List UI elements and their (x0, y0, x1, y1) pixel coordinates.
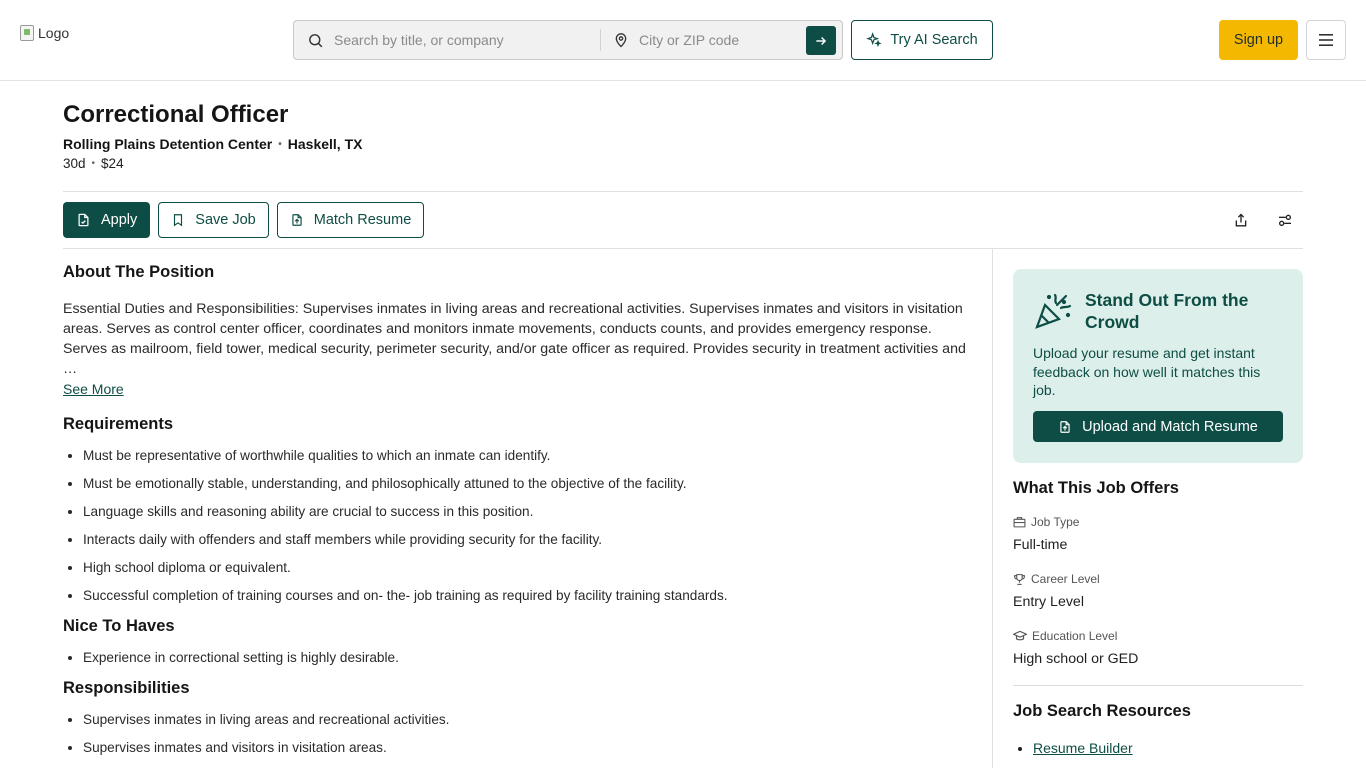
column-separator (992, 249, 993, 768)
location-search-input[interactable] (639, 32, 789, 48)
save-job-label: Save Job (195, 212, 256, 228)
try-ai-search-label: Try AI Search (890, 32, 978, 48)
job-offers-section: What This Job Offers Job Type Full-time … (1013, 479, 1303, 667)
share-icon (1235, 213, 1247, 226)
nice-to-haves-heading: Nice To Haves (63, 617, 175, 635)
arrow-right-icon (816, 36, 827, 45)
posted-age: 30d (63, 156, 86, 171)
responsibilities-list: Supervises inmates in living areas and r… (63, 712, 973, 756)
job-actions: Apply Save Job Match Resume (63, 202, 425, 238)
sign-up-button[interactable]: Sign up (1219, 20, 1298, 60)
education-level-label-row: Education Level (1013, 629, 1303, 643)
sign-up-label: Sign up (1233, 32, 1284, 48)
education-level-value: High school or GED (1013, 651, 1139, 667)
list-item: Supervises inmates in living areas and r… (83, 712, 973, 728)
pay-rate: $24 (101, 156, 124, 171)
job-description: About The Position Essential Duties and … (63, 263, 973, 768)
responsibilities-heading: Responsibilities (63, 679, 190, 697)
document-upload-icon (292, 214, 302, 226)
nice-to-haves-list: Experience in correctional setting is hi… (63, 650, 973, 666)
career-level-label-row: Career Level (1013, 572, 1303, 586)
list-item: Experience in correctional setting is hi… (83, 650, 973, 666)
top-navigation-bar: Logo Try AI Search Sign up (0, 0, 1366, 81)
divider (63, 248, 1303, 249)
see-more-link[interactable]: See More (63, 381, 124, 397)
promo-text: Upload your resume and get instant feedb… (1033, 345, 1261, 398)
divider (1013, 685, 1303, 686)
upload-match-resume-button[interactable]: Upload and Match Resume (1033, 411, 1283, 442)
resume-promo-card: Stand Out From the Crowd Upload your res… (1013, 269, 1303, 463)
document-edit-icon (78, 213, 89, 227)
hamburger-menu-icon (1319, 34, 1333, 46)
bookmark-icon (174, 214, 183, 227)
job-type-value: Full-time (1013, 537, 1068, 553)
try-ai-search-button[interactable]: Try AI Search (851, 20, 993, 60)
requirements-heading: Requirements (63, 415, 174, 433)
logo[interactable]: Logo (20, 25, 69, 41)
job-location: Haskell, TX (287, 136, 363, 152)
about-heading: About The Position (63, 263, 215, 281)
job-title: Correctional Officer (63, 101, 289, 128)
education-level-label: Education Level (1032, 629, 1118, 643)
search-icon (309, 33, 323, 47)
career-level-item: Career Level Entry Level (1013, 572, 1303, 610)
logo-alt-text: Logo (38, 25, 70, 41)
list-item: Language skills and reasoning ability ar… (83, 504, 973, 520)
keyword-search-section (294, 29, 601, 51)
job-type-label-row: Job Type (1013, 515, 1303, 529)
separator-dot: • (91, 158, 96, 169)
education-level-item: Education Level High school or GED (1013, 629, 1303, 667)
job-posted-pay: 30d • $24 (63, 156, 124, 171)
upload-match-resume-label: Upload and Match Resume (1082, 418, 1258, 435)
search-submit-button[interactable] (806, 26, 836, 55)
graduation-cap-icon (1013, 630, 1027, 641)
job-type-item: Job Type Full-time (1013, 515, 1303, 553)
list-item: Resume Builder (1033, 740, 1303, 756)
list-item: Successful completion of training course… (83, 588, 973, 604)
search-bar (293, 20, 843, 60)
list-item: High school diploma or equivalent. (83, 560, 973, 576)
divider (63, 191, 1303, 192)
career-level-label: Career Level (1031, 572, 1100, 586)
resources-list: Resume Builder (1013, 740, 1303, 756)
apply-label: Apply (101, 212, 138, 228)
resources-heading: Job Search Resources (1013, 702, 1191, 720)
job-type-label: Job Type (1031, 515, 1080, 529)
list-item: Must be representative of worthwhile qua… (83, 448, 973, 464)
separator-dot: • (278, 138, 282, 150)
apply-button[interactable]: Apply (63, 202, 151, 238)
menu-button[interactable] (1306, 20, 1346, 60)
briefcase-icon (1013, 517, 1026, 528)
save-job-button[interactable]: Save Job (158, 202, 269, 238)
offers-heading: What This Job Offers (1013, 479, 1179, 497)
requirements-list: Must be representative of worthwhile qua… (63, 448, 973, 604)
document-upload-icon (1060, 420, 1070, 433)
sparkle-icon (866, 32, 883, 48)
trophy-icon (1014, 573, 1025, 585)
location-pin-icon (615, 32, 627, 47)
about-text: Essential Duties and Responsibilities: S… (63, 301, 966, 377)
match-resume-button[interactable]: Match Resume (276, 202, 425, 238)
party-popper-icon (1035, 293, 1072, 329)
promo-title: Stand Out From the Crowd (1085, 290, 1249, 332)
keyword-search-input[interactable] (334, 32, 554, 48)
resume-builder-link[interactable]: Resume Builder (1033, 740, 1133, 756)
job-search-resources: Job Search Resources Resume Builder (1013, 702, 1303, 756)
filter-settings-button[interactable] (1271, 206, 1299, 234)
list-item: Interacts daily with offenders and staff… (83, 532, 973, 548)
job-company-location: Rolling Plains Detention Center • Haskel… (63, 136, 362, 152)
list-item: Supervises inmates and visitors in visit… (83, 740, 973, 756)
sliders-icon (1279, 214, 1291, 226)
company-name[interactable]: Rolling Plains Detention Center (63, 136, 272, 152)
career-level-value: Entry Level (1013, 594, 1084, 610)
share-button[interactable] (1227, 206, 1255, 234)
match-resume-label: Match Resume (313, 212, 412, 228)
broken-image-icon (20, 25, 34, 41)
list-item: Must be emotionally stable, understandin… (83, 476, 973, 492)
